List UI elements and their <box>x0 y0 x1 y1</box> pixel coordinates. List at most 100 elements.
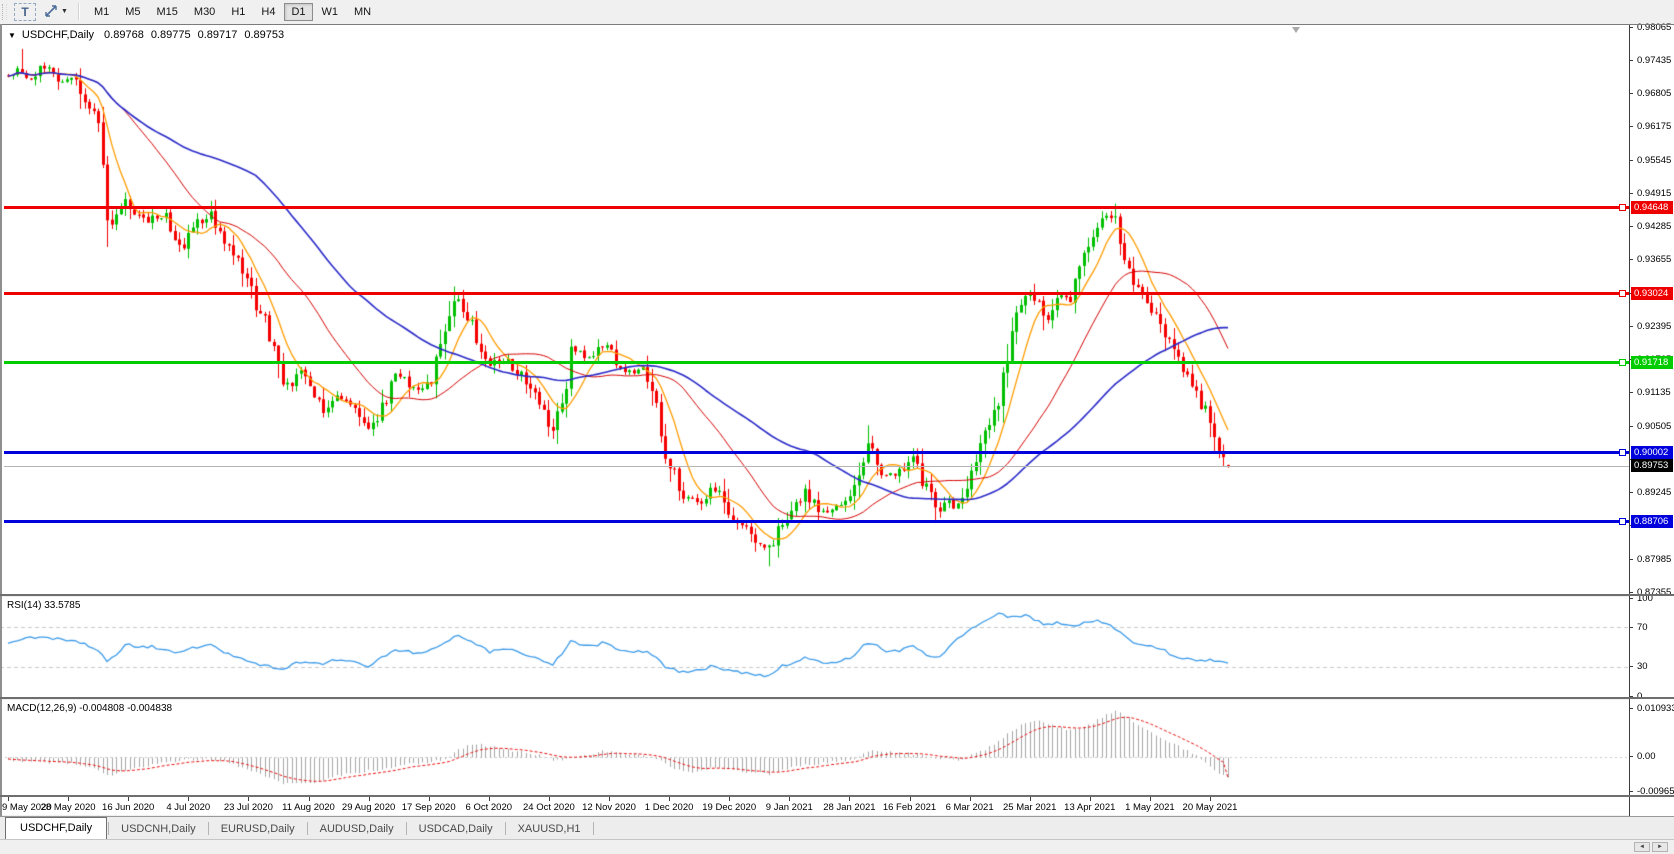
price-tick-label: 0.91135 <box>1637 387 1671 399</box>
timeframe-button-M5[interactable]: M5 <box>118 3 147 21</box>
date-tick-mark <box>488 797 490 801</box>
date-label: 25 Mar 2021 <box>1003 802 1057 813</box>
date-tick-mark <box>548 797 550 801</box>
horizontal-line-resistance[interactable] <box>4 291 1629 295</box>
price-tick-mark <box>1629 26 1633 28</box>
tab-divider <box>108 822 110 835</box>
horizontal-line-support[interactable] <box>4 451 1629 455</box>
date-tick-mark <box>969 797 971 801</box>
price-tick-mark <box>1629 325 1633 327</box>
date-label: 1 May 2021 <box>1125 802 1175 813</box>
date-tick-mark <box>248 797 250 801</box>
line-drag-handle[interactable] <box>1619 449 1626 457</box>
price-tick-label: 0.93655 <box>1637 254 1672 266</box>
tab-divider <box>504 822 506 835</box>
toolbar-separator <box>77 3 80 20</box>
rsi-tick-label: 70 <box>1637 621 1648 633</box>
date-axis[interactable]: 9 May 2020 28 May 2020 16 Jun 2020 4 Jul 20… <box>0 797 1629 815</box>
date-label: 23 Jul 2020 <box>223 802 273 813</box>
date-label: 4 Jul 2020 <box>166 802 211 813</box>
date-tick-mark <box>8 797 9 801</box>
rsi-tick-label: 30 <box>1637 661 1648 673</box>
date-label: 13 Apr 2021 <box>1064 802 1116 813</box>
price-tick-label: 0.96175 <box>1637 121 1672 133</box>
date-label: 9 Jan 2021 <box>765 802 813 813</box>
rsi-label: RSI(14) 33.5785 <box>7 600 81 611</box>
date-label: 20 May 2021 <box>1182 802 1238 813</box>
tab-scroll-right-button[interactable]: ► <box>1652 842 1668 852</box>
date-label: 19 Dec 2020 <box>702 802 757 813</box>
timeframe-button-M1[interactable]: M1 <box>87 3 116 21</box>
toolbar-grip[interactable] <box>2 3 7 20</box>
timeframe-button-D1[interactable]: D1 <box>284 2 313 21</box>
date-label: 6 Mar 2021 <box>945 802 994 813</box>
chart-tab-usdcad-daily[interactable]: USDCAD,Daily <box>408 819 504 839</box>
line-drag-handle[interactable] <box>1619 517 1626 525</box>
timeframe-button-M30[interactable]: M30 <box>187 3 222 21</box>
macd-tick-mark <box>1629 790 1633 792</box>
tile-windows-button[interactable]: ▼ <box>40 3 72 21</box>
macd-tick-mark <box>1629 707 1633 709</box>
date-tick-mark <box>609 797 610 801</box>
pane-separator[interactable] <box>0 594 1674 596</box>
timeframe-buttons: M1 M5 M15 M30 H1 H4 D1 W1 MN <box>86 2 379 21</box>
line-drag-handle[interactable] <box>1619 358 1626 366</box>
horizontal-line-support[interactable] <box>4 519 1629 523</box>
pane-separator[interactable] <box>0 697 1674 699</box>
tab-divider <box>592 822 594 835</box>
rsi-tick-mark <box>1629 666 1633 668</box>
date-label: 6 Oct 2020 <box>465 802 513 813</box>
price-tick-mark <box>1629 259 1633 261</box>
line-drag-handle[interactable] <box>1619 289 1626 297</box>
horizontal-line-support[interactable] <box>4 360 1629 364</box>
chart-shift-marker[interactable] <box>1292 27 1300 33</box>
date-tick-mark <box>428 797 430 801</box>
price-tick-label: 0.95545 <box>1637 154 1672 166</box>
date-tick-mark <box>789 797 791 801</box>
date-tick-mark <box>1089 797 1091 801</box>
macd-tick-label: 0.010933 <box>1637 702 1674 714</box>
date-tick-mark <box>909 797 911 801</box>
low-quote: 0.89717 <box>197 29 238 41</box>
candlestick-chart-canvas[interactable] <box>0 25 1629 594</box>
date-label: 1 Dec 2020 <box>644 802 694 813</box>
price-tick-label: 0.97435 <box>1637 54 1672 66</box>
price-line-label: 0.91718 <box>1631 355 1673 369</box>
macd-indicator-canvas[interactable] <box>0 700 1629 795</box>
line-drag-handle[interactable] <box>1619 203 1626 211</box>
rsi-indicator-canvas[interactable] <box>0 597 1629 697</box>
price-tick-label: 0.89245 <box>1637 487 1672 499</box>
price-line-label: 0.88706 <box>1631 514 1673 528</box>
price-tick-mark <box>1629 192 1633 194</box>
date-label: 11 Aug 2020 <box>282 802 335 813</box>
price-tick-mark <box>1629 492 1633 494</box>
macd-tick-label: 0.00 <box>1637 751 1656 762</box>
price-tick-mark <box>1629 591 1633 593</box>
chart-tab-usdcnh-daily[interactable]: USDCNH,Daily <box>110 819 207 839</box>
timeframe-button-W1[interactable]: W1 <box>315 3 346 21</box>
bottom-scroll-strip: ◄ ► <box>0 839 1674 854</box>
chart-tab-audusd-daily[interactable]: AUDUSD,Daily <box>309 819 405 839</box>
price-tick-mark <box>1629 126 1633 128</box>
price-tick-mark <box>1629 93 1633 95</box>
collapse-arrow-icon[interactable]: ▼ <box>8 31 16 40</box>
price-tick-mark <box>1629 558 1633 560</box>
price-tick-label: 0.94915 <box>1637 187 1672 199</box>
timeframe-button-M15[interactable]: M15 <box>150 3 185 21</box>
macd-main-value: -0.004808 <box>79 703 125 714</box>
chart-tab-eurusd-daily[interactable]: EURUSD,Daily <box>210 819 306 839</box>
timeframe-button-MN[interactable]: MN <box>347 3 378 21</box>
timeframe-button-H4[interactable]: H4 <box>254 3 282 21</box>
chart-tab-usdchf-daily[interactable]: USDCHF,Daily <box>5 817 108 840</box>
pane-separator[interactable] <box>0 795 1674 797</box>
chart-tab-xauusd-h1[interactable]: XAUUSD,H1 <box>507 819 592 839</box>
horizontal-line-resistance[interactable] <box>4 205 1629 209</box>
chart-frame-border <box>0 24 1674 25</box>
price-tick-label: 0.96805 <box>1637 88 1672 100</box>
date-tick-mark <box>1029 797 1031 801</box>
tab-scroll-left-button[interactable]: ◄ <box>1634 842 1650 852</box>
date-label: 16 Jun 2020 <box>102 802 155 813</box>
tab-divider <box>405 822 407 835</box>
timeframe-button-H1[interactable]: H1 <box>224 3 252 21</box>
text-tool-button[interactable]: T <box>14 2 36 21</box>
